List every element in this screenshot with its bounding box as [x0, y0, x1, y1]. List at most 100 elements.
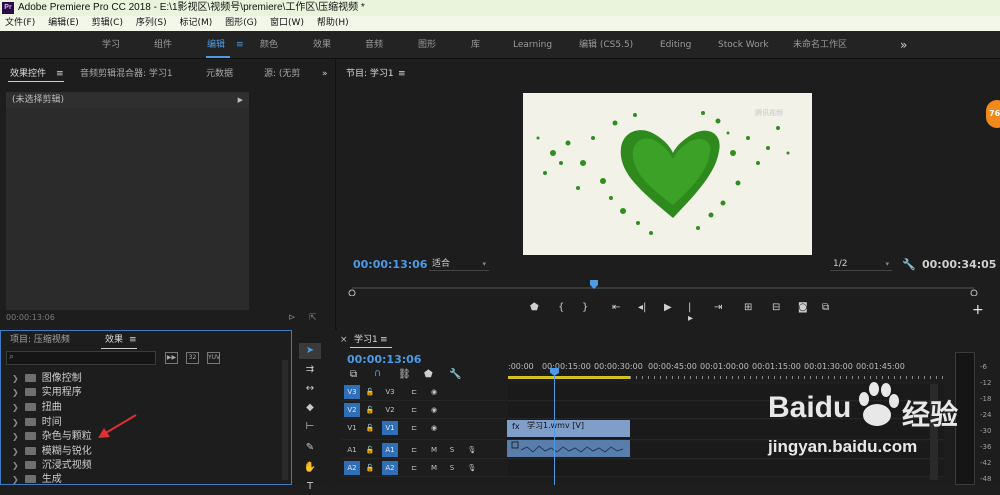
- go-to-out-icon[interactable]: ⇥: [714, 302, 722, 313]
- selection-tool-icon[interactable]: ➤: [299, 343, 321, 359]
- microphone-icon[interactable]: 🎙: [464, 461, 480, 475]
- effects-search-input[interactable]: ⌕: [6, 351, 156, 365]
- track-target-a2[interactable]: A2: [382, 461, 398, 475]
- track-select-tool-icon[interactable]: ⇉: [299, 362, 321, 378]
- hand-tool-icon[interactable]: ✋: [299, 460, 321, 476]
- expand-arrow-icon[interactable]: ▶: [238, 92, 243, 108]
- timeline-vertical-scrollbar[interactable]: [930, 384, 938, 480]
- tab-effects-menu-icon[interactable]: ≡: [129, 330, 137, 350]
- playback-resolution-select[interactable]: 1/2 ▾: [830, 257, 892, 271]
- sync-lock-icon[interactable]: ⊏: [406, 385, 422, 399]
- tab-source[interactable]: 源: (无剪: [264, 64, 300, 84]
- lock-icon[interactable]: 🔓: [362, 403, 378, 417]
- snap-magnet-icon[interactable]: ∩: [374, 368, 381, 379]
- effect-folder-noise-grain[interactable]: ❯ 杂色与颗粒: [12, 430, 92, 444]
- workspace-tab-color[interactable]: 颜色: [260, 31, 278, 59]
- add-marker-icon[interactable]: ⬟: [530, 302, 539, 313]
- source-patch-v1[interactable]: V1: [344, 421, 360, 435]
- track-target-v3[interactable]: V3: [382, 385, 398, 399]
- workspace-tab-learning[interactable]: Learning: [513, 31, 552, 59]
- workspace-tab-editing[interactable]: 编辑: [207, 31, 225, 59]
- lock-icon[interactable]: 🔓: [362, 385, 378, 399]
- effect-folder-image-control[interactable]: ❯ 图像控制: [12, 372, 82, 386]
- type-tool-icon[interactable]: T: [299, 479, 321, 495]
- extract-icon[interactable]: ⊟: [772, 302, 780, 313]
- sync-lock-icon[interactable]: ⊏: [406, 461, 422, 475]
- mute-button[interactable]: M: [426, 461, 442, 475]
- workspace-tab-editing-cs55[interactable]: 编辑 (CS5.5): [579, 31, 633, 59]
- microphone-icon[interactable]: 🎙: [464, 443, 480, 457]
- menu-sequence[interactable]: 序列(S): [136, 18, 167, 28]
- step-back-icon[interactable]: ◂|: [638, 302, 646, 313]
- effect-folder-utility[interactable]: ❯ 实用程序: [12, 386, 82, 400]
- effect-folder-time[interactable]: ❯ 时间: [12, 416, 62, 430]
- zoom-fit-select[interactable]: 适合 ▾: [429, 257, 489, 271]
- tab-project[interactable]: 项目: 压缩视频: [10, 330, 70, 350]
- source-patch-v2[interactable]: V2: [344, 403, 360, 417]
- track-target-v2[interactable]: V2: [382, 403, 398, 417]
- workspace-menu-icon[interactable]: ≡: [236, 31, 244, 59]
- go-to-in-icon[interactable]: ⇤: [612, 302, 620, 313]
- workspace-tab-audio[interactable]: 音频: [365, 31, 383, 59]
- floating-badge[interactable]: 76: [986, 100, 1000, 128]
- workspace-tab-learn[interactable]: 学习: [102, 31, 120, 59]
- add-button-icon[interactable]: +: [972, 302, 984, 318]
- lift-icon[interactable]: ⊞: [744, 302, 752, 313]
- workspace-more-icon[interactable]: »: [900, 31, 907, 59]
- tab-metadata[interactable]: 元数据: [206, 64, 233, 84]
- filter-icon[interactable]: ⊳: [288, 313, 296, 323]
- effect-folder-immersive-video[interactable]: ❯ 沉浸式视频: [12, 459, 92, 473]
- menu-edit[interactable]: 编辑(E): [48, 18, 79, 28]
- nest-icon[interactable]: ⧉: [350, 369, 357, 380]
- track-target-v1[interactable]: V1: [382, 421, 398, 435]
- program-monitor-title[interactable]: 节目: 学习1: [346, 64, 394, 84]
- sync-lock-icon[interactable]: ⊏: [406, 421, 422, 435]
- mark-in-icon[interactable]: {: [558, 302, 564, 313]
- effects-vertical-scrollbar[interactable]: [282, 360, 288, 480]
- accelerated-effects-icon[interactable]: ▶▶: [165, 352, 178, 364]
- timeline-ruler[interactable]: :00:00 00:00:15:00 00:00:30:00 00:00:45:…: [508, 358, 944, 382]
- menu-window[interactable]: 窗口(W): [270, 18, 304, 28]
- video-clip[interactable]: fx 学习1.wmv [V]: [507, 420, 630, 437]
- program-current-timecode[interactable]: 00:00:13:06: [353, 258, 427, 271]
- 32bit-effects-icon[interactable]: 32: [186, 352, 199, 364]
- slip-tool-icon[interactable]: ⊢: [299, 419, 321, 435]
- menu-clip[interactable]: 剪辑(C): [92, 18, 123, 28]
- step-forward-icon[interactable]: |▸: [688, 302, 693, 324]
- tab-effects[interactable]: 效果: [105, 330, 123, 350]
- lock-icon[interactable]: 🔓: [362, 443, 378, 457]
- effect-folder-distort[interactable]: ❯ 扭曲: [12, 401, 62, 415]
- yuv-effects-icon[interactable]: YUV: [207, 352, 220, 364]
- source-patch-a2[interactable]: A2: [344, 461, 360, 475]
- program-video-frame[interactable]: 腾讯视频: [523, 93, 812, 255]
- solo-button[interactable]: S: [444, 461, 460, 475]
- solo-button[interactable]: S: [444, 443, 460, 457]
- sync-lock-icon[interactable]: ⊏: [406, 403, 422, 417]
- track-lane-v3[interactable]: [508, 384, 944, 401]
- track-target-a1[interactable]: A1: [382, 443, 398, 457]
- track-lane-a2[interactable]: [508, 460, 944, 477]
- play-icon[interactable]: ▶: [664, 302, 672, 313]
- close-icon[interactable]: ×: [340, 330, 348, 350]
- export-frame-icon[interactable]: ◙: [798, 302, 808, 313]
- workspace-tab-stock-work[interactable]: Stock Work: [718, 31, 769, 59]
- menu-file[interactable]: 文件(F): [5, 18, 35, 28]
- timeline-playhead[interactable]: [554, 368, 555, 485]
- sync-lock-icon[interactable]: ⊏: [406, 443, 422, 457]
- lock-icon[interactable]: 🔓: [362, 421, 378, 435]
- eye-icon[interactable]: ◉: [426, 385, 442, 399]
- program-scrub-bar[interactable]: [348, 280, 978, 297]
- export-icon[interactable]: ⇱: [309, 313, 317, 323]
- linked-selection-icon[interactable]: ⛓: [398, 369, 411, 380]
- source-patch-a1[interactable]: A1: [344, 443, 360, 457]
- workspace-tab-assembly[interactable]: 组件: [154, 31, 172, 59]
- program-monitor-menu-icon[interactable]: ≡: [398, 64, 406, 84]
- workspace-tab-libraries[interactable]: 库: [471, 31, 480, 59]
- eye-icon[interactable]: ◉: [426, 403, 442, 417]
- tab-audio-clip-mixer[interactable]: 音频剪辑混合器: 学习1: [80, 64, 173, 84]
- timeline-settings-wrench-icon[interactable]: 🔧: [449, 369, 461, 380]
- menu-graphics[interactable]: 图形(G): [225, 18, 257, 28]
- workspace-tab-effects[interactable]: 效果: [313, 31, 331, 59]
- effect-folder-blur-sharpen[interactable]: ❯ 模糊与锐化: [12, 445, 92, 459]
- workspace-tab-graphics[interactable]: 图形: [418, 31, 436, 59]
